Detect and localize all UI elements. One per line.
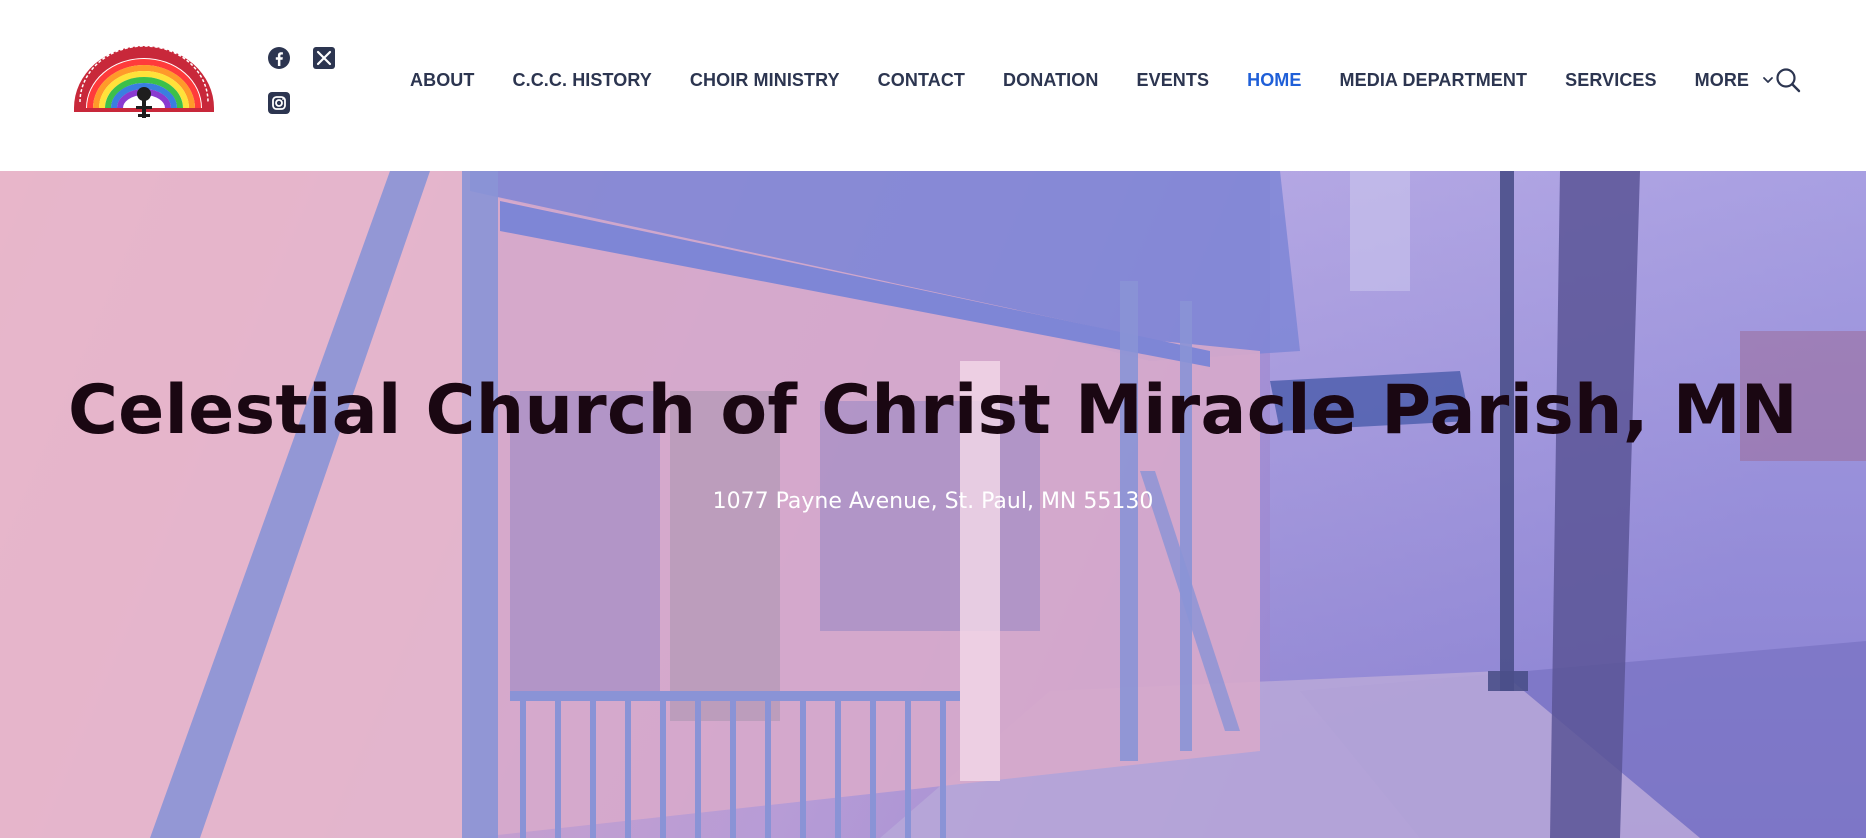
x-twitter-icon[interactable] [311,45,337,71]
nav-item-ccc-history[interactable]: C.C.C. HISTORY [513,70,652,91]
nav-item-donation[interactable]: DONATION [1003,70,1098,91]
main-nav: ABOUT C.C.C. HISTORY CHOIR MINISTRY CONT… [410,60,1775,100]
nav-item-more[interactable]: MORE [1695,70,1775,91]
instagram-icon[interactable] [266,90,292,116]
nav-item-choir-ministry[interactable]: CHOIR MINISTRY [690,70,840,91]
search-icon[interactable] [1774,66,1802,94]
facebook-icon[interactable] [266,45,292,71]
nav-item-contact[interactable]: CONTACT [878,70,965,91]
more-label: MORE [1694,69,1750,90]
nav-item-home[interactable]: HOME [1247,70,1301,91]
nav-item-about[interactable]: ABOUT [410,70,475,91]
social-links [266,45,346,125]
hero-title: Celestial Church of Christ Miracle Paris… [67,371,1799,450]
chevron-down-icon [1761,73,1775,87]
site-logo[interactable] [72,42,216,120]
nav-item-media-department[interactable]: MEDIA DEPARTMENT [1340,70,1528,91]
nav-item-events[interactable]: EVENTS [1136,70,1209,91]
hero-banner: Celestial Church of Christ Miracle Paris… [0,171,1866,838]
site-header: ABOUT C.C.C. HISTORY CHOIR MINISTRY CONT… [0,0,1866,171]
hero-address: 1077 Payne Avenue, St. Paul, MN 55130 [712,489,1154,514]
nav-item-services[interactable]: SERVICES [1565,70,1657,91]
